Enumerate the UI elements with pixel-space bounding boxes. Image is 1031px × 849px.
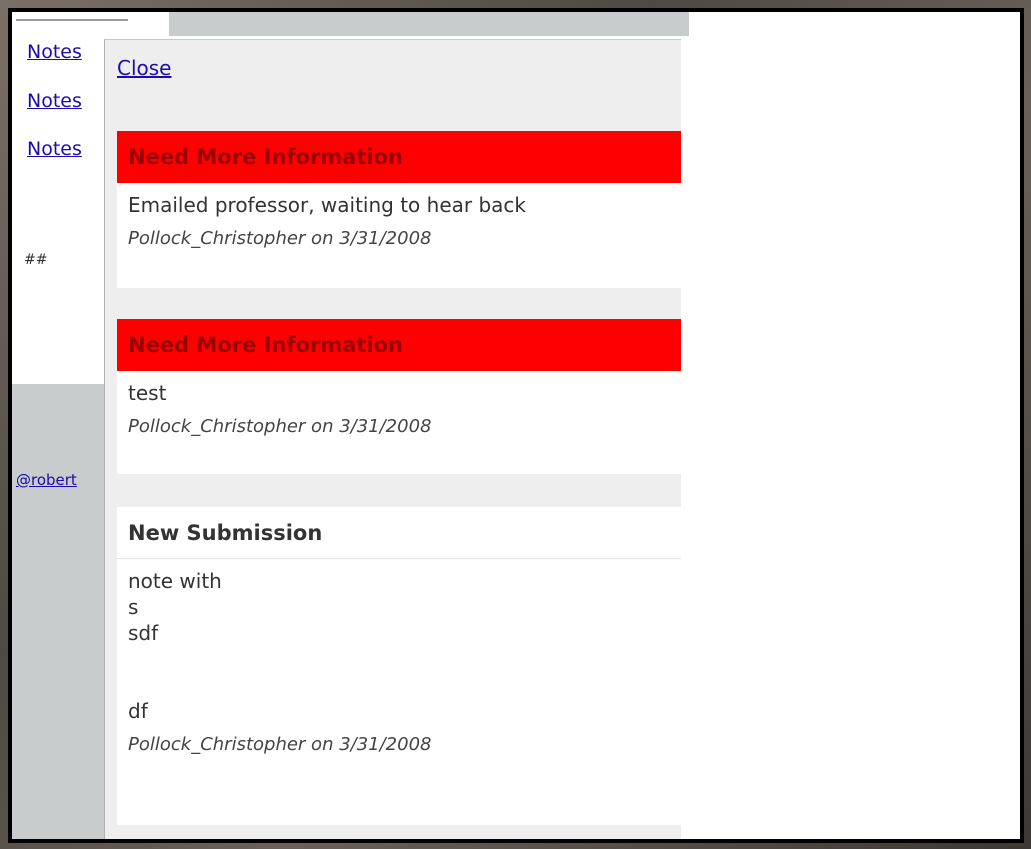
browser-window: Notes Notes Notes ## @robert Close Need … [8,8,1024,843]
notes-link-3[interactable]: Notes [27,138,82,160]
hash-text: ## [24,252,48,268]
note-author-date: Pollock_Christopher on 3/31/2008 [128,228,432,249]
notes-link-1[interactable]: Notes [27,41,82,63]
notes-popup: Close Need More Information Emailed prof… [104,39,681,839]
note-card: Need More Information Emailed professor,… [117,131,681,288]
background-lower-panel [12,384,108,839]
divider [16,19,128,21]
note-status-header: Need More Information [117,131,681,183]
note-author-date: Pollock_Christopher on 3/31/2008 [128,416,432,437]
note-status-header: New Submission [117,507,681,559]
note-card: Need More Information test Pollock_Chris… [117,319,681,474]
note-card: New Submission note with s sdf df Polloc… [117,507,681,825]
note-body: Emailed professor, waiting to hear back [128,193,526,217]
user-link[interactable]: @robert [16,471,77,489]
note-author-date: Pollock_Christopher on 3/31/2008 [128,734,432,755]
note-body: note with s sdf df [128,569,222,723]
note-status-header: Need More Information [117,319,681,371]
page-content: Notes Notes Notes ## @robert Close Need … [12,12,1020,839]
notes-link-2[interactable]: Notes [27,90,82,112]
note-body: test [128,381,167,405]
close-link[interactable]: Close [117,56,171,80]
background-header-strip [169,12,689,36]
